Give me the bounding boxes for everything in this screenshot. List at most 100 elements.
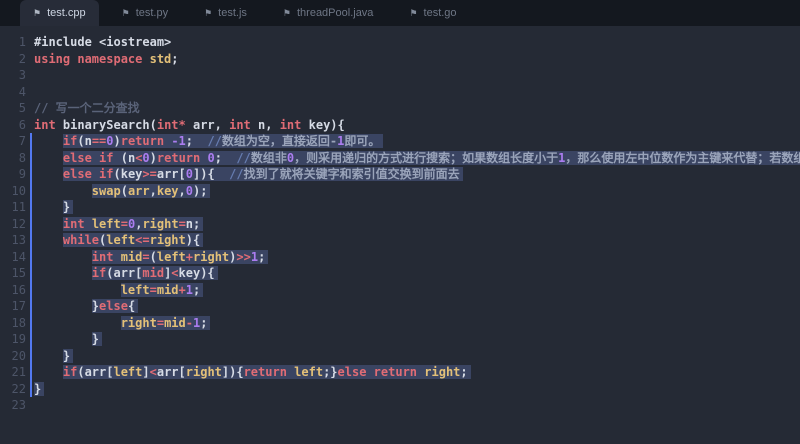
line-number: 5 <box>0 100 26 117</box>
code-line[interactable]: 13 while(left<=right){ <box>0 232 800 249</box>
line-content: if(arr[mid]<key){ <box>34 266 218 280</box>
tab-test-go[interactable]: ⚑ test.go <box>396 0 469 26</box>
line-content: right=mid-1; <box>34 316 210 330</box>
line-content: if(n==0)return -1; //数组为空，直接返回-1即可。 <box>34 134 383 148</box>
tab-threadPool-java[interactable]: ⚑ threadPool.java <box>270 0 387 26</box>
selected-text: if(arr[mid]<key){ <box>92 266 218 280</box>
selection-indent-guide <box>30 133 32 397</box>
line-number: 8 <box>0 150 26 167</box>
line-content: while(left<=right){ <box>34 233 203 247</box>
line-content: } <box>34 349 73 363</box>
selected-text: else if(key>=arr[0]){ //找到了就将关键字和索引值交换到前… <box>63 167 463 181</box>
selected-text: } <box>63 200 73 214</box>
line-content: if(arr[left]<arr[right]){return left;}el… <box>34 365 471 379</box>
tab-label: test.js <box>218 7 247 19</box>
selected-text: } <box>63 349 73 363</box>
line-content: else if(key>=arr[0]){ //找到了就将关键字和索引值交换到前… <box>34 167 463 181</box>
line-number: 23 <box>0 397 26 414</box>
code-line[interactable]: 11 } <box>0 199 800 216</box>
code-line[interactable]: 17 }else{ <box>0 298 800 315</box>
code-line[interactable]: 15 if(arr[mid]<key){ <box>0 265 800 282</box>
code-editor-window: ⚑ test.cpp ⚑ test.py ⚑ test.js ⚑ threadPool.jav… <box>0 0 800 444</box>
tab-test-py[interactable]: ⚑ test.py <box>109 0 181 26</box>
line-number: 10 <box>0 183 26 200</box>
code-line[interactable]: 21 if(arr[left]<arr[right]){return left;… <box>0 364 800 381</box>
line-number: 13 <box>0 232 26 249</box>
line-number: 16 <box>0 282 26 299</box>
tab-test-cpp[interactable]: ⚑ test.cpp <box>20 0 99 26</box>
line-number: 2 <box>0 51 26 68</box>
line-content: int left=0,right=n; <box>34 217 203 231</box>
tab-label: test.py <box>136 7 168 19</box>
code-line[interactable]: 18 right=mid-1; <box>0 315 800 332</box>
line-number: 14 <box>0 249 26 266</box>
line-content: } <box>34 332 102 346</box>
code-line[interactable]: 2 using namespace std; <box>0 51 800 68</box>
line-content: } <box>34 200 73 214</box>
line-number: 9 <box>0 166 26 183</box>
code-area: 1 #include <iostream> 2 using namespace std… <box>0 34 800 414</box>
code-line[interactable]: 1 #include <iostream> <box>0 34 800 51</box>
code-line[interactable]: 23 <box>0 397 800 414</box>
code-line[interactable]: 14 int mid=(left+right)>>1; <box>0 249 800 266</box>
code-line[interactable]: 8 else if (n<0)return 0; //数组非0，则采用递归的方式… <box>0 150 800 167</box>
line-content: #include <iostream> <box>34 35 171 49</box>
selected-text: } <box>92 332 102 346</box>
tab-bar: ⚑ test.cpp ⚑ test.py ⚑ test.js ⚑ threadPool.jav… <box>0 0 800 26</box>
line-number: 19 <box>0 331 26 348</box>
tab-label: test.go <box>424 7 457 19</box>
flag-icon: ⚑ <box>283 9 291 18</box>
editor-pane[interactable]: 1 #include <iostream> 2 using namespace std… <box>0 26 800 444</box>
selected-text: int left=0,right=n; <box>63 217 203 231</box>
line-number: 15 <box>0 265 26 282</box>
line-number: 11 <box>0 199 26 216</box>
selected-text: else if (n<0)return 0; //数组非0，则采用递归的方式进行… <box>63 151 800 165</box>
code-line[interactable]: 16 left=mid+1; <box>0 282 800 299</box>
code-line[interactable]: 3 <box>0 67 800 84</box>
flag-icon: ⚑ <box>204 9 212 18</box>
code-line[interactable]: 10 swap(arr,key,0); <box>0 183 800 200</box>
selected-text: if(arr[left]<arr[right]){return left;}el… <box>63 365 471 379</box>
line-content: int mid=(left+right)>>1; <box>34 250 268 264</box>
selected-text: while(left<=right){ <box>63 233 203 247</box>
line-content: else if (n<0)return 0; //数组非0，则采用递归的方式进行… <box>34 151 800 165</box>
tab-test-js[interactable]: ⚑ test.js <box>191 0 260 26</box>
code-line[interactable]: 6 int binarySearch(int* arr, int n, int k… <box>0 117 800 134</box>
line-content: } <box>34 382 44 396</box>
code-line[interactable]: 22} <box>0 381 800 398</box>
flag-icon: ⚑ <box>409 9 417 18</box>
tab-label: threadPool.java <box>297 7 373 19</box>
code-line[interactable]: 19 } <box>0 331 800 348</box>
code-line[interactable]: 5 // 写一个二分查找 <box>0 100 800 117</box>
line-number: 18 <box>0 315 26 332</box>
line-content: // 写一个二分查找 <box>34 101 140 115</box>
line-number: 12 <box>0 216 26 233</box>
line-number: 20 <box>0 348 26 365</box>
line-number: 4 <box>0 84 26 101</box>
tab-label: test.cpp <box>47 7 86 19</box>
code-line[interactable]: 9 else if(key>=arr[0]){ //找到了就将关键字和索引值交换… <box>0 166 800 183</box>
flag-icon: ⚑ <box>122 9 130 18</box>
line-content: int binarySearch(int* arr, int n, int ke… <box>34 118 345 132</box>
selected-text: left=mid+1; <box>121 283 204 297</box>
code-line[interactable]: 12 int left=0,right=n; <box>0 216 800 233</box>
flag-icon: ⚑ <box>33 9 41 18</box>
selected-text: int mid=(left+right)>>1; <box>92 250 269 264</box>
line-number: 17 <box>0 298 26 315</box>
line-content: left=mid+1; <box>34 283 203 297</box>
code-line[interactable]: 20 } <box>0 348 800 365</box>
code-line[interactable]: 4 <box>0 84 800 101</box>
selected-text: swap(arr,key,0); <box>92 184 211 198</box>
selected-text: } <box>34 382 44 396</box>
line-number: 6 <box>0 117 26 134</box>
selected-text: right=mid-1; <box>121 316 211 330</box>
line-number: 1 <box>0 34 26 51</box>
code-line[interactable]: 7 if(n==0)return -1; //数组为空，直接返回-1即可。 <box>0 133 800 150</box>
line-content: }else{ <box>34 299 138 313</box>
line-content: using namespace std; <box>34 52 179 66</box>
line-number: 22 <box>0 381 26 398</box>
line-number: 3 <box>0 67 26 84</box>
line-content: swap(arr,key,0); <box>34 184 210 198</box>
selected-text: }else{ <box>92 299 138 313</box>
selected-text: if(n==0)return -1; //数组为空，直接返回-1即可。 <box>63 134 384 148</box>
